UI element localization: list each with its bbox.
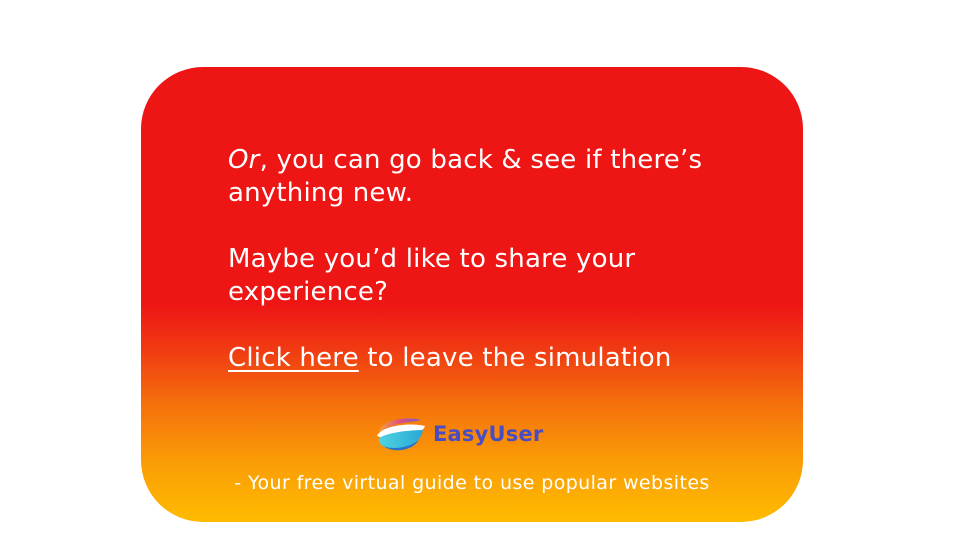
easyuser-brand-name: EasyUser <box>433 422 544 446</box>
go-back-text: , you can go back & see if there’s anyth… <box>228 145 703 208</box>
message-block: Or, you can go back & see if there’s any… <box>228 144 768 375</box>
easyuser-logo-icon <box>377 418 425 451</box>
end-simulation-card: Or, you can go back & see if there’s any… <box>141 67 803 522</box>
easyuser-brand: EasyUser <box>375 414 543 454</box>
tagline-text: - Your free virtual guide to use popular… <box>234 472 710 494</box>
or-emphasis: Or <box>228 145 260 175</box>
click-here-link[interactable]: Click here <box>228 343 359 373</box>
go-back-paragraph: Or, you can go back & see if there’s any… <box>228 144 768 210</box>
share-experience-text: Maybe you’d like to share your experienc… <box>228 244 636 307</box>
leave-simulation-text: to leave the simulation <box>358 343 672 373</box>
leave-simulation-paragraph: Click here to leave the simulation <box>228 342 768 375</box>
